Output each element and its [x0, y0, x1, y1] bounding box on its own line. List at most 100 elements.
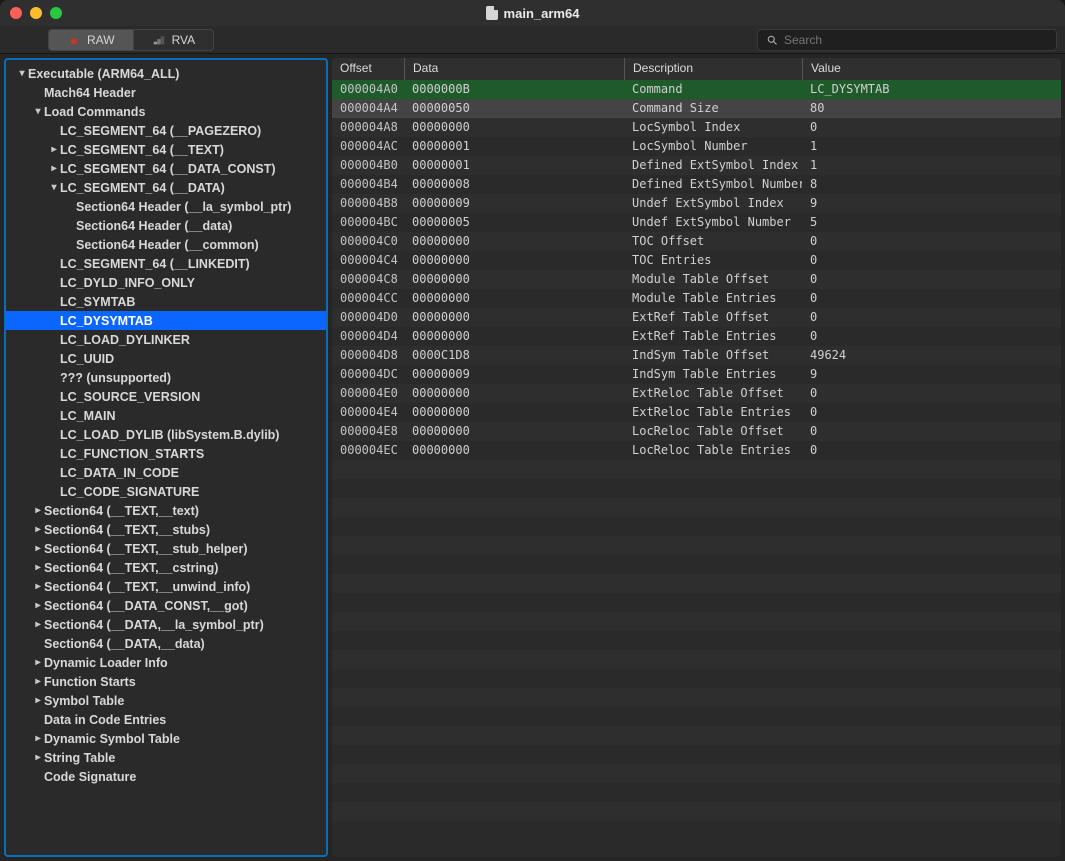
table-row[interactable]: 000004EC00000000LocReloc Table Entries0: [332, 441, 1061, 460]
table-row[interactable]: 000004B800000009Undef ExtSymbol Index9: [332, 194, 1061, 213]
tree-item-label: LC_CODE_SIGNATURE: [60, 485, 199, 499]
tree-item[interactable]: ▸Function Starts: [6, 672, 326, 691]
cell-data: 00000001: [404, 156, 624, 175]
table-row[interactable]: 000004C400000000TOC Entries0: [332, 251, 1061, 270]
disclosure-right-icon[interactable]: ▸: [32, 543, 44, 554]
table-row[interactable]: 000004DC00000009IndSym Table Entries9: [332, 365, 1061, 384]
table-row[interactable]: 000004A800000000LocSymbol Index0: [332, 118, 1061, 137]
tree-item[interactable]: Section64 Header (__la_symbol_ptr): [6, 197, 326, 216]
disclosure-down-icon[interactable]: ▾: [16, 68, 28, 79]
disclosure-right-icon[interactable]: ▸: [32, 676, 44, 687]
table-row[interactable]: 000004C800000000Module Table Offset0: [332, 270, 1061, 289]
tree-item-label: Function Starts: [44, 675, 136, 689]
detail-body[interactable]: 000004A00000000BCommandLC_DYSYMTAB000004…: [332, 80, 1061, 857]
tree-item[interactable]: LC_DYLD_INFO_ONLY: [6, 273, 326, 292]
cell-desc: Undef ExtSymbol Number: [624, 213, 802, 232]
tree-item[interactable]: LC_FUNCTION_STARTS: [6, 444, 326, 463]
table-row[interactable]: 000004C000000000TOC Offset0: [332, 232, 1061, 251]
cell-value: 1: [802, 137, 1061, 156]
tree-item[interactable]: ▾Executable (ARM64_ALL): [6, 64, 326, 83]
minimize-icon[interactable]: [30, 7, 42, 19]
disclosure-right-icon[interactable]: ▸: [32, 752, 44, 763]
table-row[interactable]: 000004E800000000LocReloc Table Offset0: [332, 422, 1061, 441]
disclosure-right-icon[interactable]: ▸: [32, 562, 44, 573]
disclosure-right-icon[interactable]: ▸: [48, 144, 60, 155]
disclosure-right-icon[interactable]: ▸: [32, 657, 44, 668]
tree-item[interactable]: Mach64 Header: [6, 83, 326, 102]
tree-item[interactable]: LC_SEGMENT_64 (__PAGEZERO): [6, 121, 326, 140]
table-row[interactable]: 000004D80000C1D8IndSym Table Offset49624: [332, 346, 1061, 365]
tree-item[interactable]: ▸Section64 (__TEXT,__text): [6, 501, 326, 520]
tree-item[interactable]: ▸Section64 (__TEXT,__stubs): [6, 520, 326, 539]
disclosure-right-icon[interactable]: ▸: [32, 600, 44, 611]
disclosure-right-icon[interactable]: ▸: [48, 163, 60, 174]
disclosure-right-icon[interactable]: ▸: [32, 695, 44, 706]
col-offset[interactable]: Offset: [332, 58, 404, 80]
table-row[interactable]: 000004E400000000ExtReloc Table Entries0: [332, 403, 1061, 422]
search-box[interactable]: [757, 29, 1057, 51]
tree-item[interactable]: Code Signature: [6, 767, 326, 786]
cell-desc: Defined ExtSymbol Index: [624, 156, 802, 175]
tree-item[interactable]: ▾LC_SEGMENT_64 (__DATA): [6, 178, 326, 197]
disclosure-right-icon[interactable]: ▸: [32, 524, 44, 535]
col-data[interactable]: Data: [404, 58, 624, 80]
tree-item[interactable]: ▸Section64 (__DATA_CONST,__got): [6, 596, 326, 615]
table-row-empty: [332, 517, 1061, 536]
table-row[interactable]: 000004E000000000ExtReloc Table Offset0: [332, 384, 1061, 403]
cell-offset: 000004A8: [332, 118, 404, 137]
table-row[interactable]: 000004CC00000000Module Table Entries0: [332, 289, 1061, 308]
tree-item[interactable]: ▸LC_SEGMENT_64 (__DATA_CONST): [6, 159, 326, 178]
tree-item-label: LC_SEGMENT_64 (__TEXT): [60, 143, 224, 157]
tree-item[interactable]: LC_SEGMENT_64 (__LINKEDIT): [6, 254, 326, 273]
tree-item[interactable]: LC_SYMTAB: [6, 292, 326, 311]
disclosure-right-icon[interactable]: ▸: [32, 581, 44, 592]
tree-item[interactable]: ▸Section64 (__TEXT,__unwind_info): [6, 577, 326, 596]
tree-item[interactable]: LC_MAIN: [6, 406, 326, 425]
table-row[interactable]: 000004D400000000ExtRef Table Entries0: [332, 327, 1061, 346]
tree-item[interactable]: LC_DYSYMTAB: [6, 311, 326, 330]
tree-item[interactable]: ▸Section64 (__TEXT,__stub_helper): [6, 539, 326, 558]
tab-raw[interactable]: RAW: [48, 29, 134, 51]
tree-sidebar[interactable]: ▾Executable (ARM64_ALL)Mach64 Header▾Loa…: [4, 58, 328, 857]
disclosure-right-icon[interactable]: ▸: [32, 505, 44, 516]
disclosure-right-icon[interactable]: ▸: [32, 733, 44, 744]
tree-item[interactable]: ▸Symbol Table: [6, 691, 326, 710]
tree-item[interactable]: ▸Section64 (__TEXT,__cstring): [6, 558, 326, 577]
table-row[interactable]: 000004BC00000005Undef ExtSymbol Number5: [332, 213, 1061, 232]
tree-item[interactable]: ▸Section64 (__DATA,__la_symbol_ptr): [6, 615, 326, 634]
tree-item[interactable]: ▸String Table: [6, 748, 326, 767]
tree-item[interactable]: LC_CODE_SIGNATURE: [6, 482, 326, 501]
tab-rva[interactable]: RVA: [134, 29, 215, 51]
table-row[interactable]: 000004B000000001Defined ExtSymbol Index1: [332, 156, 1061, 175]
tree-item[interactable]: LC_LOAD_DYLIB (libSystem.B.dylib): [6, 425, 326, 444]
tree-item[interactable]: ▸Dynamic Symbol Table: [6, 729, 326, 748]
tree-item-label: LC_UUID: [60, 352, 114, 366]
disclosure-right-icon[interactable]: ▸: [32, 619, 44, 630]
tree-item[interactable]: Section64 (__DATA,__data): [6, 634, 326, 653]
tree-item-label: Symbol Table: [44, 694, 124, 708]
col-description[interactable]: Description: [624, 58, 802, 80]
tree-item[interactable]: ▸Dynamic Loader Info: [6, 653, 326, 672]
tree-item[interactable]: Section64 Header (__data): [6, 216, 326, 235]
col-value[interactable]: Value: [802, 58, 1061, 80]
table-row[interactable]: 000004A400000050Command Size80: [332, 99, 1061, 118]
tree-item[interactable]: ??? (unsupported): [6, 368, 326, 387]
tree-item[interactable]: LC_LOAD_DYLINKER: [6, 330, 326, 349]
tree-item[interactable]: LC_DATA_IN_CODE: [6, 463, 326, 482]
tree-item[interactable]: Section64 Header (__common): [6, 235, 326, 254]
tree-item[interactable]: Data in Code Entries: [6, 710, 326, 729]
table-row[interactable]: 000004B400000008Defined ExtSymbol Number…: [332, 175, 1061, 194]
tree-item[interactable]: LC_SOURCE_VERSION: [6, 387, 326, 406]
table-row[interactable]: 000004AC00000001LocSymbol Number1: [332, 137, 1061, 156]
disclosure-down-icon[interactable]: ▾: [48, 182, 60, 193]
zoom-icon[interactable]: [50, 7, 62, 19]
close-icon[interactable]: [10, 7, 22, 19]
table-row[interactable]: 000004D000000000ExtRef Table Offset0: [332, 308, 1061, 327]
table-row[interactable]: 000004A00000000BCommandLC_DYSYMTAB: [332, 80, 1061, 99]
search-input[interactable]: [784, 33, 1048, 47]
tree-item[interactable]: ▾Load Commands: [6, 102, 326, 121]
tree-item[interactable]: LC_UUID: [6, 349, 326, 368]
tree-item[interactable]: ▸LC_SEGMENT_64 (__TEXT): [6, 140, 326, 159]
cell-desc: Command: [624, 80, 802, 99]
disclosure-down-icon[interactable]: ▾: [32, 106, 44, 117]
